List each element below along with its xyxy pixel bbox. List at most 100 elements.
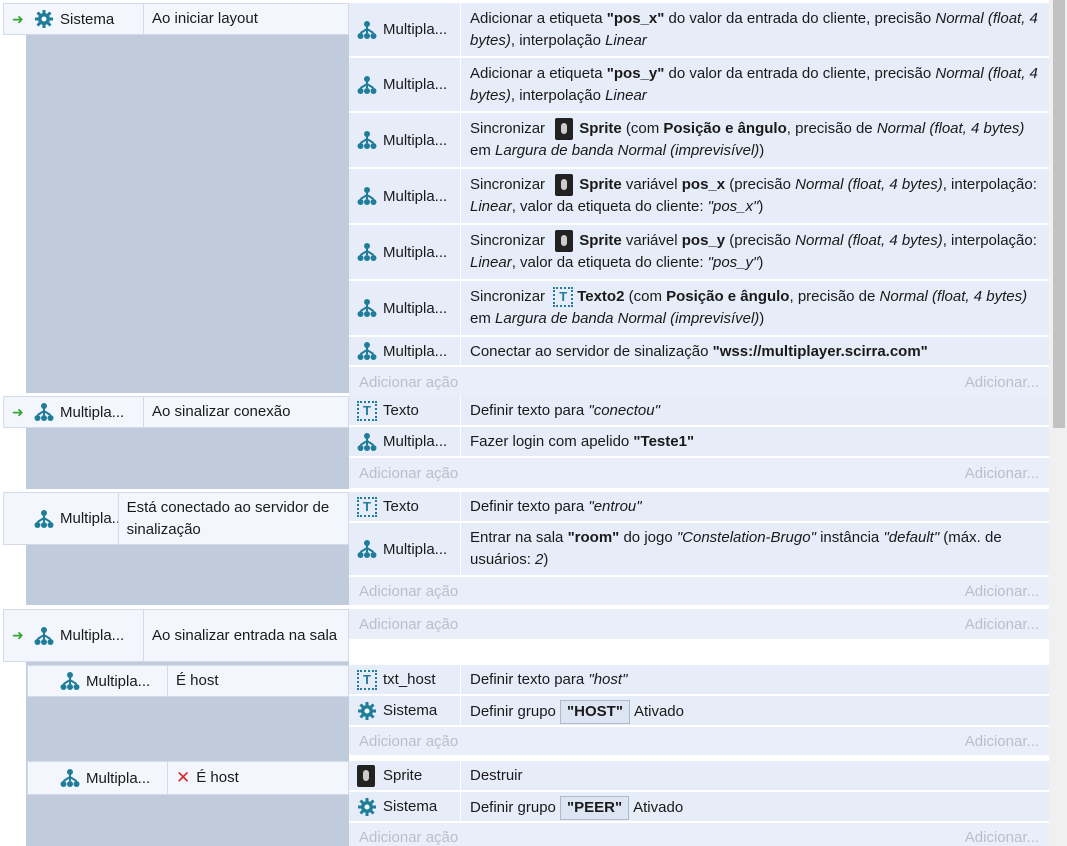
condition-row[interactable]: Multipla... É host <box>27 665 349 697</box>
action-param-italic: Linear <box>605 86 647 104</box>
condition-object[interactable]: ➜ Multipla... <box>4 610 144 661</box>
condition-row[interactable]: ➜ Multipla... Ao sinalizar entrada na sa… <box>3 609 349 662</box>
add-action-link[interactable]: Adicionar ação <box>359 733 458 750</box>
condition-object[interactable]: Multipla... <box>28 762 168 794</box>
condition-text[interactable]: Ao sinalizar entrada na sala <box>144 610 343 661</box>
add-action-link[interactable]: Adicionar ação <box>359 465 458 482</box>
action-text[interactable]: Conectar ao servidor de sinalização "wss… <box>461 337 1049 365</box>
add-action-link[interactable]: Adicionar ação <box>359 616 458 633</box>
action-row[interactable]: Multipla... Sincronizar Sprite (com Posi… <box>349 113 1049 169</box>
action-object[interactable]: Multipla... <box>349 281 461 335</box>
action-text[interactable]: Sincronizar T Texto2 (com Posição e ângul… <box>461 281 1049 335</box>
add-action-row[interactable]: Adicionar ação Adicionar... <box>349 367 1049 397</box>
add-action-link[interactable]: Adicionar ação <box>359 829 458 846</box>
action-object[interactable]: T Texto <box>349 492 461 521</box>
add-action-row[interactable]: Adicionar ação Adicionar... <box>349 458 1049 488</box>
subevent-is-host[interactable]: Multipla... É host Ttxt_host Definir tex… <box>0 665 1049 757</box>
action-object[interactable]: T Texto <box>349 396 461 425</box>
action-object[interactable]: Sistema <box>349 696 461 725</box>
condition-row[interactable]: ➜ Sistema Ao iniciar layout <box>3 3 349 35</box>
action-text-fragment: (precisão <box>725 175 796 193</box>
action-row[interactable]: T Texto Definir texto para "conectou" <box>349 396 1049 427</box>
action-row[interactable]: T Texto Definir texto para "entrou" <box>349 492 1049 523</box>
condition-object[interactable]: ➜ Multipla... <box>4 397 144 427</box>
action-object[interactable]: Multipla... <box>349 113 461 167</box>
gear-icon <box>34 9 54 29</box>
action-text-content: Definir texto para "entrou" <box>470 496 642 518</box>
condition-object[interactable]: Multipla... <box>28 666 168 696</box>
add-action-row[interactable]: Adicionar ação Adicionar... <box>349 577 1049 605</box>
condition-row[interactable]: ➜ Multipla... Ao sinalizar conexão <box>3 396 349 428</box>
action-row[interactable]: Sprite Destruir <box>349 761 1049 792</box>
action-object[interactable]: Sprite <box>349 761 461 790</box>
action-row[interactable]: Multipla... Sincronizar Sprite variável … <box>349 225 1049 281</box>
action-object[interactable]: Multipla... <box>349 169 461 223</box>
action-text[interactable]: Definir texto para "host" <box>461 665 1049 694</box>
action-row[interactable]: Multipla... Conectar ao servidor de sina… <box>349 337 1049 367</box>
condition-row[interactable]: Multipla... ✕ É host <box>27 761 349 795</box>
action-object[interactable]: Ttxt_host <box>349 665 461 694</box>
condition-text[interactable]: Ao sinalizar conexão <box>144 397 296 427</box>
add-action-more-link[interactable]: Adicionar... <box>965 465 1039 482</box>
action-object[interactable]: Multipla... <box>349 337 461 365</box>
action-object[interactable]: Multipla... <box>349 225 461 279</box>
action-param-bold: pos_y <box>681 231 726 249</box>
condition-object[interactable]: ➜ Sistema <box>4 4 144 34</box>
action-list: Adicionar ação Adicionar... <box>349 609 1049 639</box>
event-sheet: ➜ Sistema Ao iniciar layout Multipla... … <box>0 0 1049 846</box>
add-action-more-link[interactable]: Adicionar... <box>965 583 1039 600</box>
add-action-link[interactable]: Adicionar ação <box>359 374 458 391</box>
condition-text[interactable]: Está conectado ao servidor de sinalizaçã… <box>119 493 348 544</box>
condition-text-wrap[interactable]: ✕ É host <box>168 762 245 794</box>
condition-text[interactable]: É host <box>168 666 225 696</box>
sprite-icon <box>357 764 375 787</box>
action-row[interactable]: Multipla... Sincronizar T Texto2 (com Pos… <box>349 281 1049 337</box>
action-row[interactable]: Ttxt_host Definir texto para "host" <box>349 665 1049 696</box>
add-action-more-link[interactable]: Adicionar... <box>965 829 1039 846</box>
scrollbar-thumb[interactable] <box>1053 0 1065 428</box>
event-on-signalling-connected[interactable]: ➜ Multipla... Ao sinalizar conexão T Text… <box>0 396 1049 489</box>
action-row[interactable]: Multipla... Entrar na sala "room" do jog… <box>349 523 1049 577</box>
action-text[interactable]: Adicionar a etiqueta "pos_y" do valor da… <box>461 58 1049 111</box>
add-action-more-link[interactable]: Adicionar... <box>965 733 1039 750</box>
action-row[interactable]: Multipla... Sincronizar Sprite variável … <box>349 169 1049 225</box>
condition-object[interactable]: Multipla... <box>4 493 119 544</box>
text-object-icon: T <box>357 669 377 690</box>
action-text[interactable]: Sincronizar Sprite variável pos_y (preci… <box>461 225 1049 279</box>
condition-row[interactable]: Multipla... Está conectado ao servidor d… <box>3 492 349 545</box>
action-text[interactable]: Definir texto para "entrou" <box>461 492 1049 521</box>
action-text[interactable]: Adicionar a etiqueta "pos_x" do valor da… <box>461 3 1049 56</box>
add-action-row[interactable]: Adicionar ação Adicionar... <box>349 609 1049 639</box>
action-row[interactable]: Multipla... Adicionar a etiqueta "pos_y"… <box>349 58 1049 113</box>
action-row[interactable]: Multipla... Adicionar a etiqueta "pos_x"… <box>349 3 1049 58</box>
action-text[interactable]: Sincronizar Sprite variável pos_x (preci… <box>461 169 1049 223</box>
action-text[interactable]: Destruir <box>461 761 1049 790</box>
action-row[interactable]: Multipla... Fazer login com apelido "Tes… <box>349 427 1049 458</box>
action-object[interactable]: Multipla... <box>349 58 461 111</box>
add-action-link[interactable]: Adicionar ação <box>359 583 458 600</box>
event-is-connected[interactable]: Multipla... Está conectado ao servidor d… <box>0 492 1049 605</box>
action-object[interactable]: Multipla... <box>349 523 461 575</box>
action-text[interactable]: Fazer login com apelido "Teste1" <box>461 427 1049 456</box>
action-row[interactable]: Sistema Definir grupo "HOST" Ativado <box>349 696 1049 727</box>
action-object[interactable]: Multipla... <box>349 3 461 56</box>
action-text[interactable]: Sincronizar Sprite (com Posição e ângulo… <box>461 113 1049 167</box>
action-text-content: Destruir <box>470 765 523 787</box>
action-text[interactable]: Definir grupo "PEER" Ativado <box>461 792 1049 821</box>
action-object[interactable]: Multipla... <box>349 427 461 456</box>
vertical-scrollbar[interactable] <box>1049 0 1067 846</box>
action-object[interactable]: Sistema <box>349 792 461 821</box>
action-row[interactable]: Sistema Definir grupo "PEER" Ativado <box>349 792 1049 823</box>
action-text-content: Definir grupo "PEER" Ativado <box>470 796 683 820</box>
add-action-more-link[interactable]: Adicionar... <box>965 616 1039 633</box>
action-text[interactable]: Definir grupo "HOST" Ativado <box>461 696 1049 725</box>
subevent-is-not-host[interactable]: Multipla... ✕ É host Sprite Destruir Sist… <box>0 761 1049 846</box>
event-on-start-layout[interactable]: ➜ Sistema Ao iniciar layout Multipla... … <box>0 3 1049 397</box>
condition-text[interactable]: Ao iniciar layout <box>144 4 264 34</box>
action-text[interactable]: Definir texto para "conectou" <box>461 396 1049 425</box>
add-action-row[interactable]: Adicionar ação Adicionar... <box>349 727 1049 755</box>
action-text-fragment: , interpolação <box>510 86 606 104</box>
add-action-row[interactable]: Adicionar ação Adicionar... <box>349 823 1049 846</box>
action-text[interactable]: Entrar na sala "room" do jogo "Constelat… <box>461 523 1049 575</box>
add-action-more-link[interactable]: Adicionar... <box>965 374 1039 391</box>
